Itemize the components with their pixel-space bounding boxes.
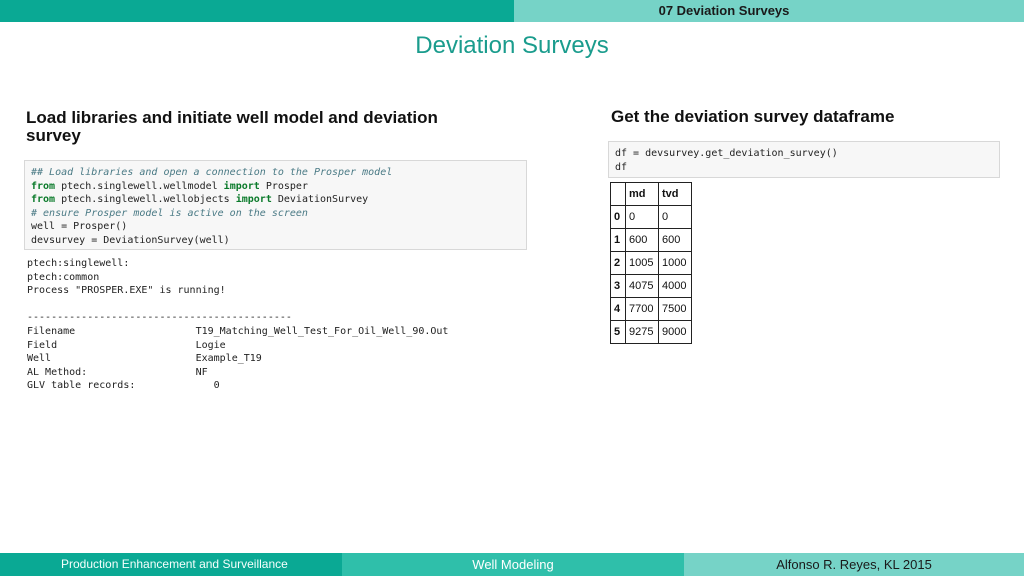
code-text: ptech.singlewell.wellmodel [55,180,224,192]
code-text: DeviationSurvey [271,194,369,206]
output-line: ptech:common [27,271,100,283]
code-line: # ensure Prosper model is active on the … [31,207,520,221]
table-row: 4 7700 7500 [610,297,692,321]
code-keyword: from [31,194,56,206]
table-cell: 0 [625,205,659,229]
table-cell: 600 [625,228,659,252]
code-line: df = devsurvey.get_deviation_survey() [615,148,838,159]
column-header: tvd [658,182,692,206]
table-row: 5 9275 9000 [610,320,692,344]
table-cell: 7500 [658,297,692,321]
table-header-row: md tvd [610,182,692,206]
code-comment: ## Load libraries and open a connection … [31,167,393,178]
footer-right: Alfonso R. Reyes, KL 2015 [684,553,1024,576]
code-line: well = Prosper() [31,220,520,234]
row-index: 3 [610,274,626,298]
code-keyword: import [223,180,260,192]
code-keyword: from [31,180,56,192]
output-line: Process "PROSPER.EXE" is running! [27,285,226,297]
output-line: GLV table records: 0 [27,380,220,392]
code-text: well = Prosper() [31,221,128,233]
column-header [610,182,626,206]
load-libraries-code-cell[interactable]: ## Load libraries and open a connection … [24,160,527,250]
code-line: from ptech.singlewell.wellmodel import P… [31,180,520,194]
table-row: 3 4075 4000 [610,274,692,298]
right-heading: Get the deviation survey dataframe [611,107,895,126]
deviation-survey-table: md tvd 0 0 0 1 600 600 2 1005 1000 3 4075 4000 4 7700 7… [610,182,692,344]
output-line: ----------------------------------------… [27,312,292,324]
table-cell: 600 [658,228,692,252]
footer-center: Well Modeling [342,553,684,576]
code-text: ptech.singlewell.wellobjects [55,194,236,206]
row-index: 4 [610,297,626,321]
code-text: Prosper [259,180,308,192]
table-cell: 1000 [658,251,692,275]
footer-left: Production Enhancement and Surveillance [0,553,342,576]
table-cell: 1005 [625,251,659,275]
code-keyword: import [235,194,272,206]
left-heading: Load libraries and initiate well model a… [26,109,438,145]
footer-left-text: Production Enhancement and Surveillance [61,557,288,571]
row-index: 5 [610,320,626,344]
table-cell: 4000 [658,274,692,298]
row-index: 1 [610,228,626,252]
code-line: ## Load libraries and open a connection … [31,166,520,180]
table-cell: 9000 [658,320,692,344]
table-cell: 7700 [625,297,659,321]
table-row: 000 [610,205,692,229]
table-cell: 9275 [625,320,659,344]
code-output: ptech:singlewell: ptech:common Process "PR… [27,257,448,393]
dataframe-code-cell[interactable]: df = devsurvey.get_deviation_survey()df [608,141,1000,178]
code-line: devsurvey = DeviationSurvey(well) [31,234,520,248]
table-row: 1 600 600 [610,228,692,252]
page-title: Deviation Surveys [415,32,609,59]
table-row: 2 1005 1000 [610,251,692,275]
code-text: devsurvey = DeviationSurvey(well) [31,234,230,246]
output-line: Field Logie [27,339,226,351]
left-heading-line2: survey [26,126,81,145]
row-index: 2 [610,251,626,275]
code-line: from ptech.singlewell.wellobjects import… [31,193,520,207]
section-label: 07 Deviation Surveys [658,3,790,18]
table-cell: 0 [658,205,692,229]
table-cell: 4075 [625,274,659,298]
row-index: 0 [610,205,626,229]
code-line: df [615,161,628,173]
code-comment: # ensure Prosper model is active on the … [31,207,308,219]
output-line: ptech:singlewell: [27,258,130,269]
output-line: AL Method: NF [27,366,208,378]
column-header: md [625,182,659,206]
left-heading-line1: Load libraries and initiate well model a… [26,108,438,127]
header-bar-left [0,0,514,22]
output-line: Well Example_T19 [27,353,262,365]
output-line: Filename T19_Matching_Well_Test_For_Oil_… [27,325,449,337]
